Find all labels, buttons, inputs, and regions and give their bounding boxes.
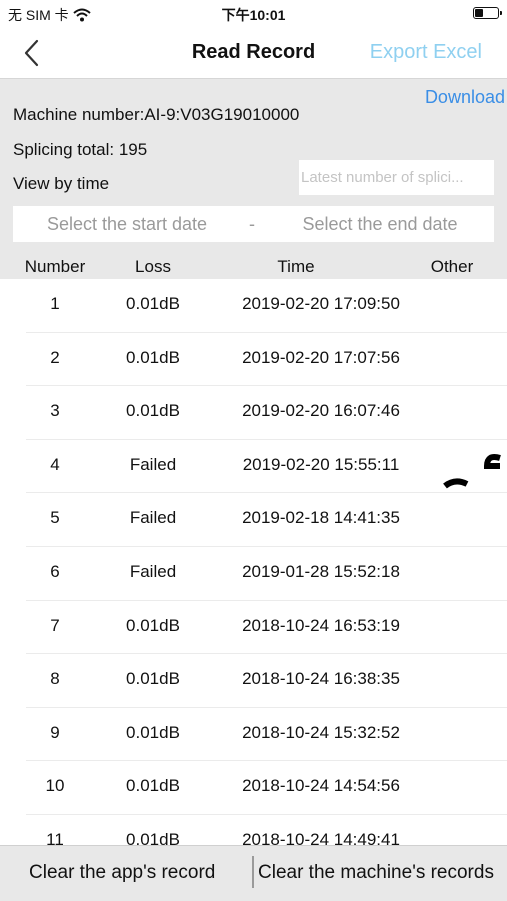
battery-icon: [473, 7, 502, 19]
table-row[interactable]: 10 0.01dB 2018-10-24 14:54:56: [26, 761, 507, 815]
cell-number: 10: [45, 776, 65, 796]
cell-loss: Failed: [129, 454, 177, 474]
cell-time: 2018-10-24 15:32:52: [242, 722, 400, 742]
header-loss: Loss: [135, 257, 171, 276]
status-time: 下午10:01: [221, 7, 286, 23]
cell-number: 7: [50, 615, 60, 635]
table-row[interactable]: 11 0.01dB 2018-10-24 14:49:41: [26, 815, 507, 845]
table-row[interactable]: 4 Failed 2019-02-20 15:55:11: [26, 440, 507, 494]
table-row[interactable]: 6 Failed 2019-01-28 15:52:18: [26, 547, 507, 601]
record-list[interactable]: 1 0.01dB 2019-02-20 17:09:50 2 0.01dB 2019-02…: [0, 279, 507, 845]
table-row[interactable]: 2 0.01dB 2019-02-20 17:07:56: [26, 333, 507, 387]
table-row[interactable]: 7 0.01dB 2018-10-24 16:53:19: [26, 601, 507, 655]
splicing-total: Splicing total: 195: [13, 140, 148, 159]
clear-app-record-button[interactable]: Clear the app's record: [29, 862, 215, 884]
cell-time: 2018-10-24 16:53:19: [242, 615, 400, 635]
cell-loss: 0.01dB: [126, 776, 180, 796]
end-date-field[interactable]: Select the end date: [273, 214, 487, 235]
table-row[interactable]: 9 0.01dB 2018-10-24 15:32:52: [26, 708, 507, 762]
cell-number: 9: [50, 722, 60, 742]
table-row[interactable]: 1 0.01dB 2019-02-20 17:09:50: [26, 279, 507, 333]
cell-number: 4: [50, 454, 60, 474]
cell-time: 2019-02-20 15:55:11: [242, 454, 400, 474]
header-time: Time: [277, 257, 315, 276]
view-by-time-label: View by time: [13, 174, 110, 193]
cell-time: 2019-02-20 17:07:56: [242, 347, 400, 367]
cell-time: 2018-10-24 14:49:41: [242, 829, 400, 845]
footer-divider: [252, 856, 254, 888]
cell-loss: 0.01dB: [126, 829, 180, 845]
cell-time: 2018-10-24 14:54:56: [242, 776, 400, 796]
start-date-field[interactable]: Select the start date: [13, 214, 241, 235]
cell-number: 6: [50, 561, 60, 581]
cell-number: 1: [50, 294, 60, 313]
status-bar: 无 SIM 卡 下午10:01: [0, 0, 507, 28]
watermark-glyph: [443, 454, 501, 489]
table-row[interactable]: 8 0.01dB 2018-10-24 16:38:35: [26, 654, 507, 708]
machine-number: Machine number:AI-9:V03G19010000: [13, 105, 300, 124]
cell-number: 3: [50, 401, 60, 421]
cell-loss: 0.01dB: [126, 347, 180, 367]
cell-loss: Failed: [129, 508, 177, 528]
cell-time: 2018-10-24 16:38:35: [242, 669, 400, 689]
cell-time: 2019-01-28 15:52:18: [242, 561, 400, 581]
cell-loss: 0.01dB: [126, 294, 180, 313]
export-excel-button[interactable]: Export Excel: [370, 41, 482, 64]
download-button[interactable]: Download: [425, 87, 505, 108]
clear-machine-records-button[interactable]: Clear the machine's records: [258, 862, 494, 884]
table-header: Number Loss Time Other: [0, 255, 507, 279]
cell-number: 8: [50, 669, 60, 689]
header-number: Number: [24, 257, 86, 276]
cell-time: 2019-02-20 17:09:50: [242, 294, 400, 313]
table-row[interactable]: 3 0.01dB 2019-02-20 16:07:46: [26, 386, 507, 440]
nav-bar: Read Record Export Excel: [0, 28, 507, 79]
cell-time: 2019-02-18 14:41:35: [242, 508, 400, 528]
cell-loss: 0.01dB: [126, 401, 180, 421]
cell-number: 2: [50, 347, 60, 367]
cell-loss: 0.01dB: [126, 722, 180, 742]
footer-bar: Clear the app's record Clear the machine…: [0, 845, 507, 901]
cell-time: 2019-02-20 16:07:46: [242, 401, 400, 421]
cell-number: 11: [46, 829, 64, 845]
record-info-panel: Download Machine number:AI-9:V03G1901000…: [0, 79, 507, 255]
date-separator: -: [249, 214, 255, 234]
header-other: Other: [430, 257, 474, 276]
cell-number: 5: [50, 508, 60, 528]
latest-number-input[interactable]: Latest number of splici...: [299, 160, 494, 195]
cell-loss: Failed: [129, 561, 177, 581]
cell-loss: 0.01dB: [126, 669, 180, 689]
date-range-picker: Select the start date - Select the end d…: [13, 206, 494, 242]
table-row[interactable]: 5 Failed 2019-02-18 14:41:35: [26, 493, 507, 547]
cell-loss: 0.01dB: [126, 615, 180, 635]
